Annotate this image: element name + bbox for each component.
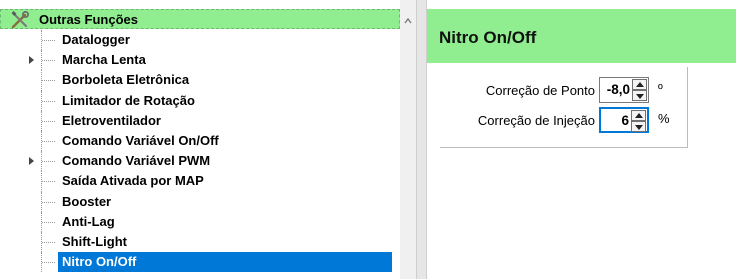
spin-up-arrow-icon[interactable]: [631, 110, 646, 121]
spin-down-arrow-icon[interactable]: [631, 121, 646, 132]
stepper-value[interactable]: 6: [621, 113, 629, 128]
spin-down-arrow-icon[interactable]: [632, 90, 647, 101]
tree-guide-line: [42, 120, 55, 122]
tools-icon: [10, 10, 30, 30]
correcao-injecao-stepper[interactable]: 6: [599, 107, 649, 133]
stepper-value[interactable]: -8,0: [607, 82, 630, 97]
tree-items: Datalogger Marcha Lenta Borboleta Eletrô…: [0, 30, 400, 273]
tree-scrollbar[interactable]: [400, 0, 416, 279]
tree-guide-line: [42, 181, 55, 183]
tree-guide-line: [42, 80, 55, 82]
correcao-ponto-stepper[interactable]: -8,0: [599, 77, 649, 103]
tree-item-label: Saída Ativada por MAP: [62, 173, 204, 189]
tree-item-label: Nitro On/Off: [58, 252, 392, 273]
tree-guide-line: [42, 161, 55, 163]
field-correcao-de-ponto: Correção de Ponto -8,0 º: [440, 77, 687, 105]
tree-item-label: Limitador de Rotação: [62, 92, 195, 108]
tree-item-label: Anti-Lag: [62, 213, 115, 229]
tree-item-nitro-onoff[interactable]: Nitro On/Off: [0, 252, 400, 273]
tree-item-saida-ativada-por-map[interactable]: Saída Ativada por MAP: [0, 171, 400, 192]
tree-item-comando-variavel-pwm[interactable]: Comando Variável PWM: [0, 151, 400, 172]
tree-guide-line: [42, 221, 55, 223]
tree-guide-line: [42, 40, 55, 41]
detail-header: Nitro On/Off: [427, 9, 736, 63]
tree-item-label: Datalogger: [62, 32, 130, 47]
tree-item-limitador-de-rotacao[interactable]: Limitador de Rotação: [0, 90, 400, 111]
tree-guide-line: [42, 241, 55, 243]
tree-item-label: Shift-Light: [62, 233, 127, 249]
field-unit: %: [658, 111, 670, 126]
tree-guide-line: [42, 100, 55, 102]
field-correcao-de-injecao: Correção de Injeção 6 %: [440, 107, 687, 135]
tree-item-label: Booster: [62, 193, 112, 209]
settings-group: Correção de Ponto -8,0 º Correção de Inj…: [440, 67, 688, 148]
tree-item-datalogger[interactable]: Datalogger: [0, 30, 400, 51]
tree-item-shift-light[interactable]: Shift-Light: [0, 231, 400, 253]
tree-item-anti-lag[interactable]: Anti-Lag: [0, 211, 400, 232]
tree-item-borboleta-eletronica[interactable]: Borboleta Eletrônica: [0, 70, 400, 91]
tree-guide-line: [42, 262, 55, 264]
tree-item-label: Eletroventilador: [62, 112, 161, 128]
field-unit: º: [658, 81, 663, 96]
tree-item-label: Comando Variável On/Off: [62, 132, 219, 148]
tree-node-outras-funcoes[interactable]: Outras Funções: [0, 9, 400, 29]
tree-panel: Outras Funções Datalogger Marcha Lenta B…: [0, 0, 416, 279]
detail-panel: Nitro On/Off Correção de Ponto -8,0 º Co…: [427, 0, 736, 279]
expand-arrow-icon[interactable]: [29, 157, 34, 166]
tree-item-comando-variavel-onoff[interactable]: Comando Variável On/Off: [0, 130, 400, 152]
scroll-up-arrow-icon[interactable]: [404, 13, 412, 24]
tree-guide-line: [42, 60, 55, 62]
panel-splitter[interactable]: [416, 0, 427, 279]
stepper-buttons: [632, 79, 647, 101]
field-label: Correção de Ponto: [485, 83, 595, 98]
detail-title: Nitro On/Off: [439, 28, 537, 47]
spin-up-arrow-icon[interactable]: [632, 79, 647, 90]
tree-header-label: Outras Funções: [39, 12, 138, 27]
expand-arrow-icon[interactable]: [29, 56, 34, 65]
stepper-buttons: [631, 110, 646, 132]
tree-item-marcha-lenta[interactable]: Marcha Lenta: [0, 50, 400, 71]
tree-guide-line: [42, 201, 55, 203]
tree-item-label: Borboleta Eletrônica: [62, 72, 190, 88]
tree-item-booster[interactable]: Booster: [0, 191, 400, 212]
tree-item-label: Comando Variável PWM: [62, 153, 211, 169]
tree-guide-line: [42, 140, 55, 142]
tree-item-eletroventilador[interactable]: Eletroventilador: [0, 110, 400, 131]
tree-item-label: Marcha Lenta: [62, 52, 146, 68]
field-label: Correção de Injeção: [477, 113, 595, 128]
